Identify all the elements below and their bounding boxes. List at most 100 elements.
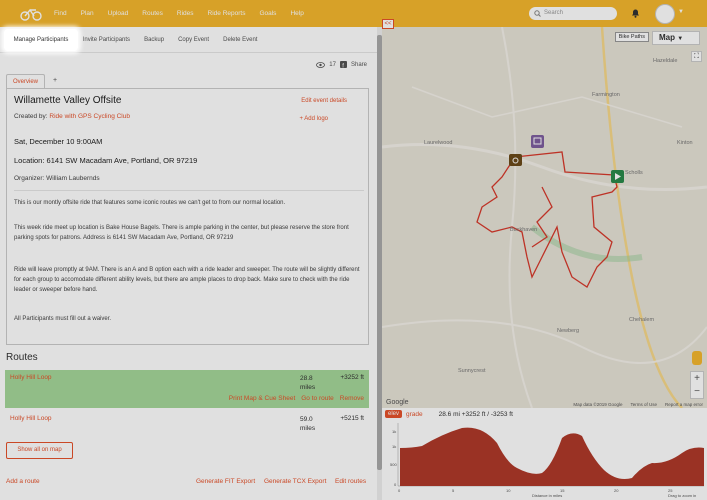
y-tick: 500	[390, 462, 397, 467]
nav-help[interactable]: Help	[290, 10, 303, 17]
map-place-label: Newberg	[557, 328, 580, 334]
search-icon	[534, 10, 541, 17]
y-tick: 0	[394, 482, 397, 487]
notification-bell-icon[interactable]	[631, 8, 640, 18]
chevron-down-icon[interactable]: ▼	[678, 9, 684, 15]
terms-of-use-link[interactable]: Terms of Use	[630, 402, 657, 407]
subnav-copy-event[interactable]: Copy Event	[178, 37, 209, 43]
divider	[14, 190, 364, 191]
x-tick: 5	[452, 488, 455, 493]
tab-overview[interactable]: Overview	[6, 74, 46, 89]
route-elevation: +3252 ft	[340, 374, 364, 381]
report-map-error-link[interactable]: Report a map error	[665, 402, 703, 407]
event-content-pane: Manage Participants Invite Participants …	[0, 27, 377, 500]
drag-zoom-hint: Drag to zoom in	[668, 493, 696, 498]
map-place-label: Buckhaven	[510, 227, 538, 233]
route-name-link[interactable]: Holly Hill Loop	[10, 374, 52, 381]
description-paragraph: This is our montly offsite ride that fea…	[14, 200, 286, 206]
add-logo-link[interactable]: + Add logo	[299, 116, 328, 122]
nav-upload[interactable]: Upload	[108, 10, 129, 17]
map-data-attribution: Map data ©2019 Google	[573, 402, 623, 407]
subnav-invite-participants[interactable]: Invite Participants	[83, 37, 130, 43]
view-share-bar: 17 f Share	[316, 61, 367, 68]
zoom-out-button[interactable]: −	[691, 385, 703, 398]
search-placeholder: Search	[544, 10, 564, 16]
x-tick: 20	[614, 488, 619, 493]
camera-marker-icon[interactable]	[509, 154, 522, 167]
subnav-delete-event[interactable]: Delete Event	[223, 37, 257, 43]
description-paragraph: Ride will leave promptly at 9AM. There i…	[14, 267, 360, 293]
map-place-label: Sunnycrest	[458, 368, 486, 374]
print-map-cue-sheet-link[interactable]: Print Map & Cue Sheet	[229, 395, 295, 402]
x-axis-label: Distance in miles	[532, 493, 562, 498]
route-distance-unit: miles	[300, 384, 316, 391]
view-count: 17	[329, 61, 336, 68]
share-link[interactable]: Share	[351, 62, 367, 68]
event-location: Location: 6141 SW Macadam Ave, Portland,…	[14, 156, 198, 165]
map-place-label: Hazeldale	[653, 58, 678, 64]
show-all-on-map-button[interactable]: Show all on map	[6, 442, 73, 459]
route-distance: 28.8 miles	[300, 374, 315, 392]
event-organizer: Organizer: William Laubernds	[14, 175, 100, 182]
routes-heading: Routes	[6, 352, 38, 363]
y-tick: 1k	[392, 444, 396, 449]
add-tab-button[interactable]: +	[45, 74, 65, 89]
nav-goals[interactable]: Goals	[259, 10, 276, 17]
event-date: Sat, December 10 9:00AM	[14, 137, 103, 146]
subnav-backup[interactable]: Backup	[144, 37, 164, 43]
route-map[interactable]: Hazeldale Farmington Laurelwood Kinton B…	[382, 27, 707, 408]
edit-event-details-link[interactable]: Edit event details	[301, 98, 347, 104]
route-distance: 59.0 miles	[300, 415, 315, 433]
facebook-icon[interactable]: f	[339, 61, 347, 68]
route-name-link[interactable]: Holly Hill Loop	[10, 415, 52, 422]
subnav-manage-participants[interactable]: Manage Participants	[4, 29, 78, 51]
collapse-panel-button[interactable]: <<	[382, 19, 394, 29]
start-marker-icon[interactable]	[611, 170, 624, 183]
search-input[interactable]: Search	[529, 7, 617, 20]
elevation-profile[interactable]: elev grade 28.6 mi +3252 ft / -3253 ft 1…	[382, 408, 707, 500]
top-navigation-bar: Find Plan Upload Routes Rides Ride Repor…	[0, 0, 707, 27]
chevron-down-icon: ▼	[677, 36, 684, 42]
map-type-label: Map	[659, 33, 675, 42]
nav-ride-reports[interactable]: Ride Reports	[208, 10, 246, 17]
map-place-label: Chehalem	[629, 317, 655, 323]
street-view-pegman-icon[interactable]	[692, 351, 702, 365]
google-logo: Google	[386, 399, 409, 406]
zoom-in-button[interactable]: +	[691, 372, 703, 385]
nav-routes[interactable]: Routes	[142, 10, 163, 17]
elevation-chart: 1k 1k 500 0 0 5 10 15 20 25 Distance in …	[390, 423, 704, 498]
nav-plan[interactable]: Plan	[81, 10, 94, 17]
map-place-label: Laurelwood	[424, 140, 453, 146]
fullscreen-icon[interactable]: ⛶	[691, 51, 702, 62]
edit-routes-link[interactable]: Edit routes	[335, 478, 366, 485]
nav-rides[interactable]: Rides	[177, 10, 194, 17]
x-tick: 10	[506, 488, 511, 493]
route-distance-value: 59.0	[300, 416, 313, 423]
route-row: Holly Hill Loop 59.0 miles +5215 ft	[5, 411, 369, 441]
x-tick: 0	[398, 488, 401, 493]
zoom-control: + −	[690, 371, 704, 399]
go-to-route-link[interactable]: Go to route	[301, 395, 334, 402]
cyclist-logo-icon[interactable]	[20, 7, 42, 21]
nav-find[interactable]: Find	[54, 10, 67, 17]
route-distance-unit: miles	[300, 425, 316, 432]
add-route-link[interactable]: Add a route	[6, 478, 40, 485]
avatar[interactable]	[655, 4, 675, 24]
remove-route-link[interactable]: Remove	[340, 395, 364, 402]
cafe-marker-icon[interactable]	[531, 135, 544, 148]
route-elevation: +5215 ft	[340, 415, 364, 422]
generate-fit-export-link[interactable]: Generate FIT Export	[196, 478, 255, 485]
description-paragraph: All Participants must fill out a waiver.	[14, 316, 112, 322]
map-type-select[interactable]: Map ▼	[652, 31, 700, 45]
map-place-label: Scholls	[625, 170, 643, 176]
bike-paths-toggle[interactable]: Bike Paths	[614, 32, 649, 42]
generate-tcx-export-link[interactable]: Generate TCX Export	[264, 478, 326, 485]
map-place-label: Farmington	[592, 92, 620, 98]
club-link[interactable]: Ride with GPS Cycling Club	[49, 113, 130, 120]
event-title: Willamette Valley Offsite	[14, 95, 122, 106]
eye-icon	[316, 61, 326, 68]
created-by-label: Created by:	[14, 113, 48, 120]
created-by: Created by: Ride with GPS Cycling Club	[14, 113, 130, 120]
description-paragraph: This week ride meet up location is Bake …	[14, 225, 349, 241]
route-row: Holly Hill Loop 28.8 miles +3252 ft Print…	[5, 370, 369, 408]
